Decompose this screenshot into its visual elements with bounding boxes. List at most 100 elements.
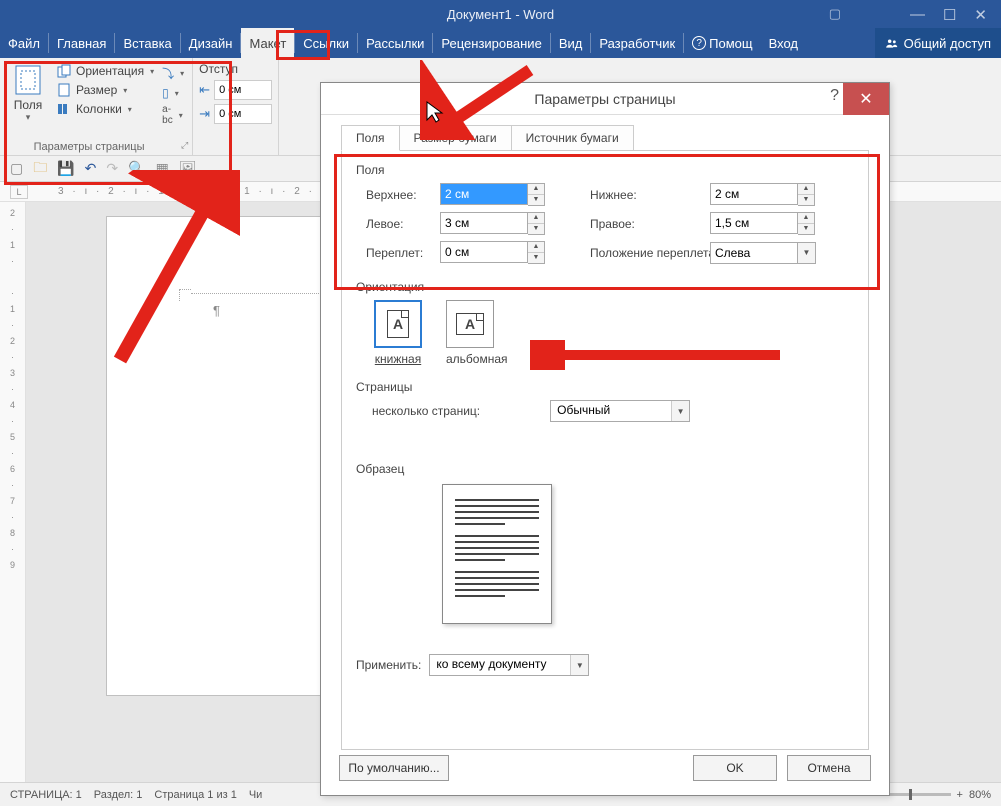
- tab-file[interactable]: Файл: [0, 28, 48, 58]
- group-label: Параметры страницы: [0, 141, 178, 153]
- ribbon-tabs: Файл Главная Вставка Дизайн Макет Ссылки…: [0, 28, 1001, 58]
- vertical-ruler[interactable]: 2·1··1·2·3·4·5·6·7·8·9: [0, 202, 26, 782]
- margins-button[interactable]: Поля ▾: [6, 62, 50, 139]
- status-section[interactable]: Раздел: 1: [94, 789, 143, 801]
- landscape-button[interactable]: A альбомная: [446, 300, 508, 366]
- chevron-down-icon[interactable]: ▼: [798, 242, 816, 264]
- orientation-icon: [56, 63, 72, 79]
- multipages-select[interactable]: Обычный▼: [550, 400, 690, 422]
- window-title: Документ1 - Word: [447, 7, 554, 22]
- save-icon[interactable]: 💾: [57, 160, 74, 177]
- size-icon: [56, 82, 72, 98]
- status-words[interactable]: Чи: [249, 789, 262, 801]
- close-icon[interactable]: ✕: [974, 6, 987, 24]
- minimize-icon[interactable]: —: [910, 6, 925, 24]
- tab-home[interactable]: Главная: [49, 28, 114, 58]
- portrait-button[interactable]: A книжная: [374, 300, 422, 366]
- columns-button[interactable]: Колонки▾: [54, 100, 156, 118]
- share-icon: [885, 36, 899, 50]
- new-doc-icon[interactable]: ▢: [10, 160, 23, 177]
- status-pageof[interactable]: Страница 1 из 1: [154, 789, 236, 801]
- indent-right-input[interactable]: [214, 104, 272, 124]
- tab-help[interactable]: ?Помощ: [684, 28, 760, 58]
- spin-up-icon[interactable]: ▲: [528, 184, 544, 195]
- indent-left-input[interactable]: [214, 80, 272, 100]
- gutter-label: Переплет:: [366, 246, 440, 260]
- right-margin-label: Правое:: [590, 217, 710, 231]
- columns-icon: [56, 101, 72, 117]
- picture-icon[interactable]: 🖼: [179, 160, 197, 177]
- redo-icon[interactable]: ↷: [106, 160, 118, 177]
- orientation-button[interactable]: Ориентация▾: [54, 62, 156, 80]
- tab-margins-dlg[interactable]: Поля: [341, 125, 400, 151]
- apply-to-select[interactable]: ко всему документу▼: [429, 654, 589, 676]
- gutter-input[interactable]: ▲▼: [440, 241, 550, 264]
- tab-developer[interactable]: Разработчик: [591, 28, 683, 58]
- dialog-title: Параметры страницы: [534, 91, 675, 107]
- line-numbers-button[interactable]: ▯▾: [160, 85, 186, 101]
- ribbon-display-options-icon[interactable]: ▢: [829, 6, 841, 22]
- bottom-margin-input[interactable]: ▲▼: [710, 183, 820, 206]
- tab-view[interactable]: Вид: [551, 28, 591, 58]
- tab-paper-dlg[interactable]: Размер бумаги: [399, 125, 512, 151]
- tab-review[interactable]: Рецензирование: [433, 28, 549, 58]
- dialog-title-bar[interactable]: Параметры страницы ? ✕: [321, 83, 889, 115]
- top-margin-label: Верхнее:: [366, 188, 440, 202]
- apply-to-label: Применить:: [356, 658, 421, 672]
- left-margin-input[interactable]: ▲▼: [440, 212, 550, 235]
- indent-left-icon: ⇤: [199, 82, 210, 98]
- dialog-tabs: Поля Размер бумаги Источник бумаги: [341, 125, 889, 151]
- dialog-help-icon[interactable]: ?: [830, 87, 839, 105]
- indent-label: Отступ: [199, 62, 272, 76]
- tab-references[interactable]: Ссылки: [295, 28, 357, 58]
- size-button[interactable]: Размер▾: [54, 81, 156, 99]
- signin-button[interactable]: Вход: [761, 28, 806, 58]
- tab-mailings[interactable]: Рассылки: [358, 28, 432, 58]
- pages-section-label: Страницы: [356, 380, 854, 394]
- hyphenation-button[interactable]: a-bс▾: [160, 103, 186, 127]
- dialog-close-icon[interactable]: ✕: [843, 83, 889, 115]
- tab-layout[interactable]: Макет: [241, 28, 294, 58]
- page-setup-dialog: Параметры страницы ? ✕ Поля Размер бумаг…: [320, 82, 890, 796]
- top-margin-input[interactable]: ▲▼: [440, 183, 550, 206]
- table-icon[interactable]: ▦: [156, 160, 169, 177]
- tab-insert[interactable]: Вставка: [115, 28, 179, 58]
- right-margin-input[interactable]: ▲▼: [710, 212, 820, 235]
- zoom-value[interactable]: 80%: [969, 789, 991, 801]
- indent-group: Отступ ⇤ ⇥: [193, 58, 279, 155]
- gutter-pos-label: Положение переплета:: [590, 246, 710, 260]
- preview-icon[interactable]: 🔍: [128, 160, 145, 177]
- margins-icon: [12, 64, 44, 98]
- share-button[interactable]: Общий доступ: [875, 28, 1001, 58]
- multipages-label: несколько страниц:: [372, 404, 480, 418]
- spin-down-icon[interactable]: ▼: [528, 195, 544, 206]
- page-setup-launcher-icon[interactable]: ⤢: [181, 140, 188, 151]
- status-page[interactable]: СТРАНИЦА: 1: [10, 789, 82, 801]
- zoom-in-icon[interactable]: +: [957, 789, 963, 801]
- gutter-pos-select[interactable]: ▼: [710, 242, 820, 264]
- left-margin-label: Левое:: [366, 217, 440, 231]
- maximize-icon[interactable]: ☐: [943, 6, 956, 24]
- bottom-margin-label: Нижнее:: [590, 188, 710, 202]
- default-button[interactable]: По умолчанию...: [339, 755, 449, 781]
- breaks-button[interactable]: ⤵▾: [160, 64, 186, 83]
- orientation-section-label: Ориентация: [356, 280, 854, 294]
- chevron-down-icon[interactable]: ▼: [570, 655, 588, 675]
- page-setup-group: Поля ▾ Ориентация▾ Размер▾ Колонки▾ ⤵▾ ▯…: [0, 58, 193, 155]
- tab-design[interactable]: Дизайн: [181, 28, 241, 58]
- paragraph-mark: ¶: [213, 303, 220, 318]
- indent-right-icon: ⇥: [199, 106, 210, 122]
- help-icon: ?: [692, 36, 706, 50]
- dialog-body: Поля Верхнее: ▲▼ Нижнее: ▲▼ Левое: ▲▼ Пр…: [341, 150, 869, 750]
- open-icon[interactable]: 🗀: [33, 157, 47, 181]
- preview-section-label: Образец: [356, 462, 854, 476]
- tab-selector[interactable]: L: [10, 185, 28, 199]
- chevron-down-icon[interactable]: ▼: [671, 401, 689, 421]
- preview-thumbnail: [442, 484, 552, 624]
- tab-source-dlg[interactable]: Источник бумаги: [511, 125, 634, 151]
- ok-button[interactable]: OK: [693, 755, 777, 781]
- undo-icon[interactable]: ↶: [85, 160, 97, 177]
- cancel-button[interactable]: Отмена: [787, 755, 871, 781]
- title-bar: Документ1 - Word ▢ — ☐ ✕: [0, 0, 1001, 28]
- margins-section-label: Поля: [356, 163, 854, 177]
